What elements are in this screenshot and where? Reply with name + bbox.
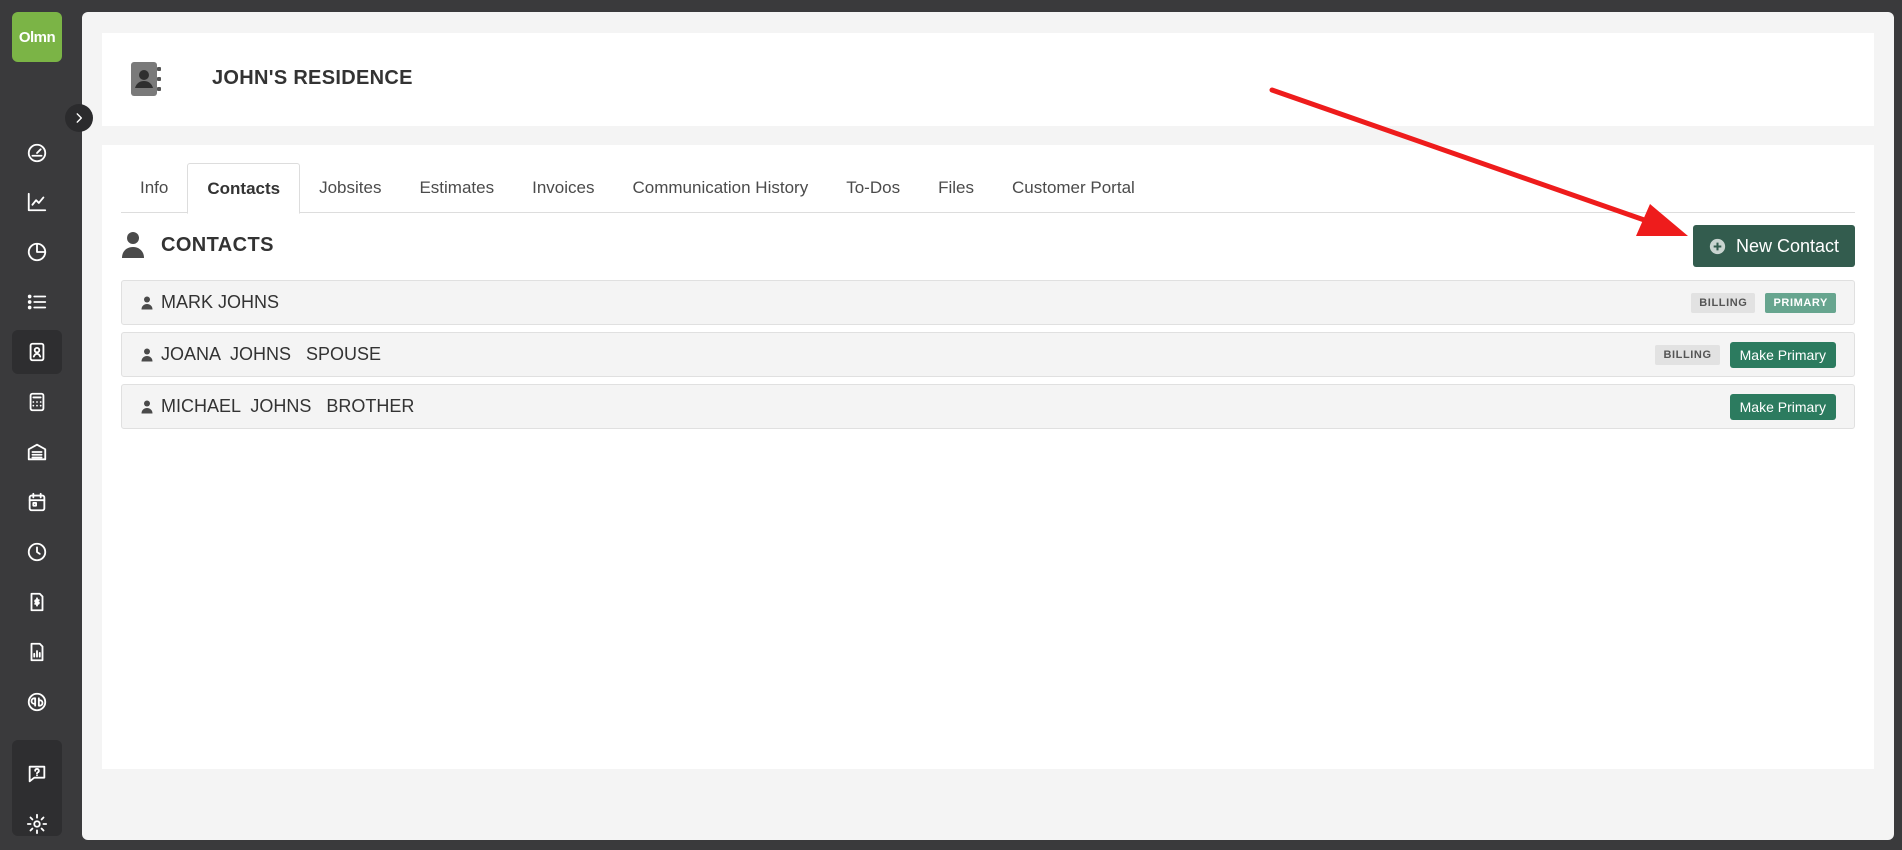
new-contact-button[interactable]: New Contact	[1693, 225, 1855, 267]
tab-communication-history[interactable]: Communication History	[613, 163, 827, 213]
contacts-book-icon	[131, 62, 161, 96]
contact-name: MICHAEL JOHNS BROTHER	[161, 396, 415, 416]
content-card: Info Contacts Jobsites Estimates Invoice…	[102, 145, 1874, 769]
plus-circle-icon	[1709, 238, 1726, 254]
nav-line-chart-icon[interactable]	[12, 180, 62, 224]
person-icon	[122, 232, 144, 258]
nav-help-chat-icon[interactable]	[12, 752, 62, 796]
new-contact-label: New Contact	[1735, 235, 1840, 256]
nav-invoice-icon[interactable]	[12, 580, 62, 624]
nav-quickbooks-icon[interactable]	[12, 680, 62, 724]
contact-row[interactable]: MICHAEL JOHNS BROTHER Make Primary	[121, 384, 1855, 429]
contact-name: MARK JOHNS	[161, 292, 280, 312]
contact-name: JOANA JOHNS SPOUSE	[161, 344, 382, 364]
person-icon	[141, 348, 153, 361]
nav-warehouse-icon[interactable]	[12, 430, 62, 474]
tab-estimates[interactable]: Estimates	[400, 163, 513, 213]
tab-invoices[interactable]: Invoices	[513, 163, 613, 213]
tab-jobsites[interactable]: Jobsites	[300, 163, 400, 213]
contact-row[interactable]: JOANA JOHNS SPOUSE BILLING Make Primary	[121, 332, 1855, 377]
tab-files[interactable]: Files	[919, 163, 993, 213]
app-logo[interactable]: Olmn	[12, 12, 62, 62]
nav-calendar-icon[interactable]	[12, 480, 62, 524]
nav-pie-chart-icon[interactable]	[12, 230, 62, 274]
nav-list-icon[interactable]	[12, 280, 62, 324]
make-primary-button[interactable]: Make Primary	[1729, 341, 1836, 368]
primary-badge: PRIMARY	[1765, 292, 1836, 313]
nav-report-icon[interactable]	[12, 630, 62, 674]
person-icon	[141, 296, 153, 309]
sidebar-expand-button[interactable]	[65, 104, 93, 132]
section-title: CONTACTS	[161, 233, 274, 256]
tab-customer-portal[interactable]: Customer Portal	[993, 163, 1154, 213]
tab-bar: Info Contacts Jobsites Estimates Invoice…	[121, 163, 1855, 214]
nav-settings-icon[interactable]	[12, 802, 62, 846]
nav-contacts-book-icon[interactable]	[12, 330, 62, 374]
main-panel: JOHN'S RESIDENCE Info Contacts Jobsites …	[82, 12, 1894, 840]
nav-clock-icon[interactable]	[12, 530, 62, 574]
person-icon	[141, 400, 153, 413]
contact-row[interactable]: MARK JOHNS BILLING PRIMARY	[121, 280, 1855, 325]
page-header: JOHN'S RESIDENCE	[102, 33, 1874, 126]
contacts-section-header: CONTACTS	[121, 227, 274, 263]
billing-badge: BILLING	[1691, 292, 1756, 313]
nav-dashboard-icon[interactable]	[12, 131, 62, 175]
make-primary-button[interactable]: Make Primary	[1729, 393, 1836, 420]
tab-info[interactable]: Info	[121, 163, 187, 213]
tab-to-dos[interactable]: To-Dos	[827, 163, 919, 213]
sidebar: Olmn	[0, 0, 73, 850]
page-title: JOHN'S RESIDENCE	[212, 67, 413, 89]
contact-list: MARK JOHNS BILLING PRIMARY JOANA JOHNS S…	[121, 280, 1855, 436]
billing-badge: BILLING	[1655, 344, 1720, 365]
nav-calculator-icon[interactable]	[12, 380, 62, 424]
tab-contacts[interactable]: Contacts	[187, 163, 301, 214]
chevron-right-icon	[76, 113, 83, 123]
